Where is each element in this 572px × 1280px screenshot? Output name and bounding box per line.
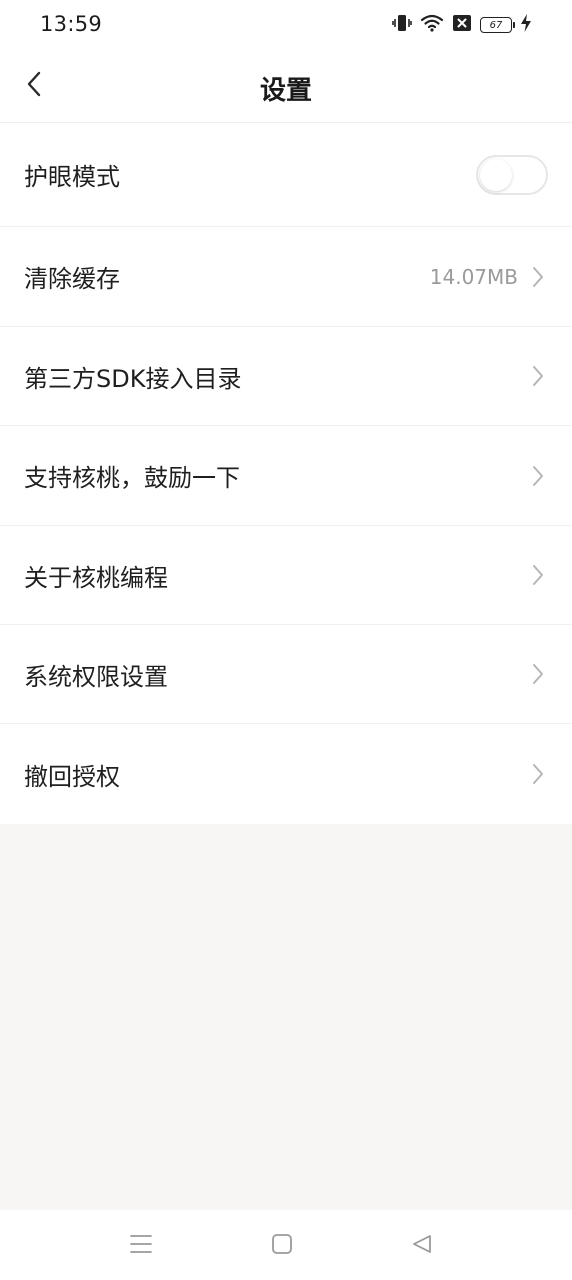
system-nav-bar: [0, 1210, 572, 1280]
settings-item-label: 支持核桃，鼓励一下: [24, 464, 240, 492]
battery-level: 67: [489, 19, 503, 31]
settings-item-eye-care[interactable]: 护眼模式: [0, 123, 572, 227]
chevron-right-icon: [530, 265, 546, 289]
vibrate-icon: [392, 13, 412, 37]
settings-item-clear-cache[interactable]: 清除缓存 14.07MB: [0, 227, 572, 327]
settings-item-permissions[interactable]: 系统权限设置: [0, 625, 572, 724]
chevron-right-icon: [530, 662, 546, 686]
settings-item-third-party-sdk[interactable]: 第三方SDK接入目录: [0, 327, 572, 426]
chevron-right-icon: [530, 762, 546, 786]
settings-item-label: 清除缓存: [24, 265, 120, 293]
settings-list: 护眼模式 清除缓存 14.07MB 第三方SDK接入目录 支持核桃，鼓励一下 关…: [0, 123, 572, 824]
chevron-right-icon: [530, 364, 546, 388]
sim-off-icon: [452, 14, 472, 36]
home-icon: [271, 1233, 293, 1259]
cache-size-value: 14.07MB: [429, 264, 518, 289]
status-bar: 13:59 67: [0, 0, 572, 50]
home-button[interactable]: [268, 1232, 296, 1260]
settings-item-support[interactable]: 支持核桃，鼓励一下: [0, 426, 572, 526]
charging-icon: [520, 13, 532, 37]
menu-icon: [129, 1233, 153, 1259]
wifi-icon: [420, 13, 444, 37]
status-icons: 67: [392, 14, 532, 36]
eye-care-toggle[interactable]: [476, 154, 548, 195]
settings-item-label: 第三方SDK接入目录: [24, 364, 242, 393]
chevron-right-icon: [530, 563, 546, 587]
settings-item-label: 关于核桃编程: [24, 563, 168, 592]
system-back-button[interactable]: [408, 1232, 436, 1260]
settings-item-label: 撤回授权: [24, 762, 120, 791]
toggle-knob: [480, 158, 512, 191]
chevron-right-icon: [530, 464, 546, 488]
settings-item-label: 护眼模式: [24, 163, 120, 191]
settings-item-label: 系统权限设置: [24, 662, 168, 691]
recent-apps-button[interactable]: [127, 1232, 155, 1260]
settings-item-revoke[interactable]: 撤回授权: [0, 724, 572, 824]
page-header: 设置: [0, 50, 572, 123]
back-icon: [411, 1233, 433, 1259]
settings-item-about[interactable]: 关于核桃编程: [0, 526, 572, 625]
page-title: 设置: [259, 76, 312, 106]
battery-icon: 67: [480, 17, 515, 33]
status-time: 13:59: [40, 12, 103, 36]
